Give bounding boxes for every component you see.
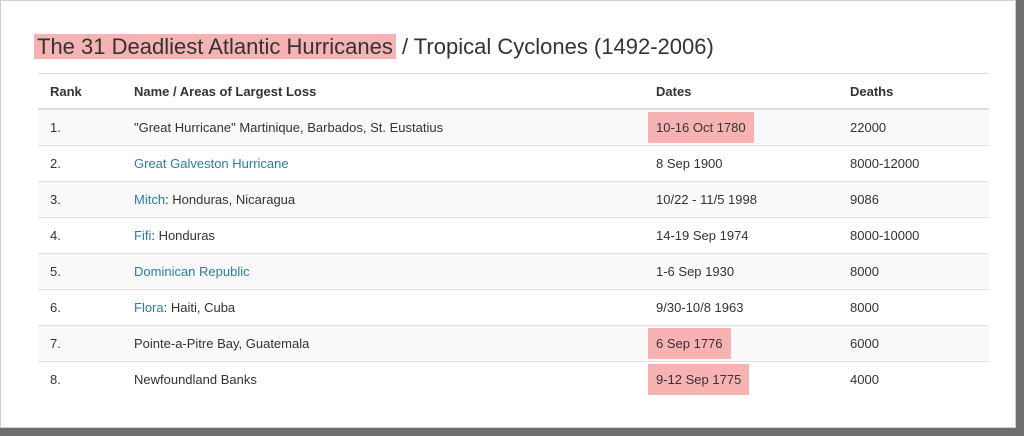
cell-rank: 8. <box>38 361 122 397</box>
table-row: 4. Fifi: Honduras 14-19 Sep 1974 8000-10000 <box>38 217 989 254</box>
cell-deaths: 8000-12000 <box>838 145 989 182</box>
cell-dates: 10/22 - 11/5 1998 <box>644 181 838 218</box>
cell-rank: 6. <box>38 289 122 326</box>
header-name: Name / Areas of Largest Loss <box>122 73 644 110</box>
cell-deaths: 8000 <box>838 289 989 326</box>
cell-rank: 3. <box>38 181 122 218</box>
date-text: 8 Sep 1900 <box>656 156 723 171</box>
cell-name: Dominican Republic <box>122 253 644 290</box>
cell-name: Fifi: Honduras <box>122 217 644 254</box>
cell-deaths: 6000 <box>838 325 989 362</box>
area-text: : Honduras <box>151 228 215 243</box>
cell-deaths: 8000 <box>838 253 989 290</box>
table-row: 7. Pointe-a-Pitre Bay, Guatemala 6 Sep 177… <box>38 325 989 362</box>
cell-dates: 9/30-10/8 1963 <box>644 289 838 326</box>
date-text: 14-19 Sep 1974 <box>656 228 749 243</box>
table-row: 8. Newfoundland Banks 9-12 Sep 1775 4000 <box>38 361 989 397</box>
cell-deaths: 22000 <box>838 108 989 146</box>
cell-name: Flora: Haiti, Cuba <box>122 289 644 326</box>
cell-dates: 6 Sep 1776 <box>644 325 838 362</box>
highlighted-date: 9-12 Sep 1775 <box>648 364 750 395</box>
hurricane-link[interactable]: Dominican Republic <box>134 264 250 279</box>
date-text: 10/22 - 11/5 1998 <box>656 192 757 207</box>
table-row: 1. "Great Hurricane" Martinique, Barbados… <box>38 108 989 146</box>
cell-name: Mitch: Honduras, Nicaragua <box>122 181 644 218</box>
hurricane-link[interactable]: Flora <box>134 300 164 315</box>
header-dates: Dates <box>644 73 838 110</box>
screenshot-frame: The 31 Deadliest Atlantic Hurricanes / T… <box>0 0 1016 428</box>
cell-rank: 4. <box>38 217 122 254</box>
cell-deaths: 9086 <box>838 181 989 218</box>
table-row: 2. Great Galveston Hurricane 8 Sep 1900 800… <box>38 145 989 182</box>
cell-name: "Great Hurricane" Martinique, Barbados, … <box>122 108 644 146</box>
cell-deaths: 4000 <box>838 361 989 397</box>
cell-name: Newfoundland Banks <box>122 361 644 397</box>
cell-dates: 14-19 Sep 1974 <box>644 217 838 254</box>
table-row: 3. Mitch: Honduras, Nicaragua 10/22 - 11/5… <box>38 181 989 218</box>
cell-rank: 5. <box>38 253 122 290</box>
cell-rank: 7. <box>38 325 122 362</box>
cell-dates: 9-12 Sep 1775 <box>644 361 838 397</box>
cell-name: Great Galveston Hurricane <box>122 145 644 182</box>
cell-dates: 1-6 Sep 1930 <box>644 253 838 290</box>
cell-rank: 1. <box>38 108 122 146</box>
title-highlighted: The 31 Deadliest Atlantic Hurricanes <box>34 34 396 59</box>
area-text: : Haiti, Cuba <box>163 300 236 315</box>
table-row: 5. Dominican Republic 1-6 Sep 1930 8000 <box>38 253 989 290</box>
highlighted-date: 10-16 Oct 1780 <box>648 112 754 143</box>
table-row: 6. Flora: Haiti, Cuba 9/30-10/8 1963 8000 <box>38 289 989 326</box>
highlighted-date: 6 Sep 1776 <box>648 328 731 359</box>
table-body: 1. "Great Hurricane" Martinique, Barbados… <box>38 108 989 397</box>
cell-rank: 2. <box>38 145 122 182</box>
cell-deaths: 8000-10000 <box>838 217 989 254</box>
page-title: The 31 Deadliest Atlantic Hurricanes / T… <box>34 33 714 61</box>
hurricane-link[interactable]: Mitch <box>134 192 165 207</box>
date-text: 9/30-10/8 1963 <box>656 300 744 315</box>
cell-name: Pointe-a-Pitre Bay, Guatemala <box>122 325 644 362</box>
cell-dates: 8 Sep 1900 <box>644 145 838 182</box>
hurricane-link[interactable]: Fifi <box>134 228 151 243</box>
title-rest: / Tropical Cyclones (1492-2006) <box>395 34 714 59</box>
cell-dates: 10-16 Oct 1780 <box>644 108 838 146</box>
hurricane-link[interactable]: Great Galveston Hurricane <box>134 156 289 171</box>
area-text: : Honduras, Nicaragua <box>165 192 296 207</box>
area-text: Newfoundland Banks <box>134 372 257 387</box>
date-text: 1-6 Sep 1930 <box>656 264 735 279</box>
hurricanes-table: Rank Name / Areas of Largest Loss Dates … <box>38 73 989 397</box>
header-rank: Rank <box>38 73 122 110</box>
table-header-row: Rank Name / Areas of Largest Loss Dates … <box>38 73 989 110</box>
header-deaths: Deaths <box>838 73 989 110</box>
area-text: Pointe-a-Pitre Bay, Guatemala <box>134 336 310 351</box>
area-text: "Great Hurricane" Martinique, Barbados, … <box>134 120 444 135</box>
